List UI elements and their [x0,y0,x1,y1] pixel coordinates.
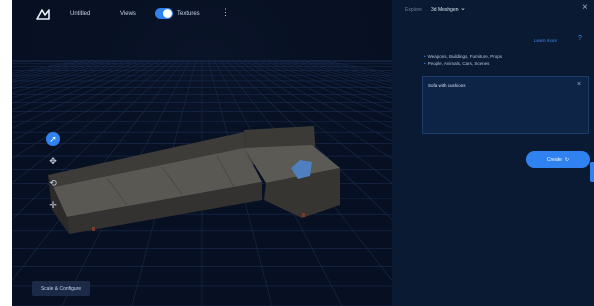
move-icon[interactable]: ✥ [46,154,60,168]
refresh-icon: ↻ [564,156,570,163]
pan-icon[interactable]: ✛ [46,198,60,212]
close-icon[interactable]: × [582,2,588,13]
project-title[interactable]: Untitled [70,11,90,17]
prompt-value[interactable]: Sofa with cushions [428,83,466,88]
bullet-icon: • [424,61,426,66]
tab-3d-meshgen[interactable]: 3d Meshgen [431,7,459,13]
app-logo-icon[interactable] [34,6,52,24]
create-button-label: Create [546,156,562,163]
help-icon[interactable]: ? [578,35,582,42]
cursor-icon[interactable]: ➚ [46,132,60,146]
create-button[interactable]: Create ↻ [526,151,590,168]
viewport-grid [12,0,392,306]
supported-categories-list: • Weapons, Buildings, Furniture, Props • P… [424,53,502,67]
viewport-topbar: Untitled Views Textures ⋮ [12,0,392,32]
list-item: • People, Animals, Cars, Scenes [424,61,490,66]
prompt-input[interactable]: Sofa with cushions × [422,76,589,134]
textures-label: Textures [177,11,200,17]
bullet-icon: • [424,54,426,59]
meshgen-panel: Explore 3d Meshgen ⌄ × Learn more ? • Wea… [392,0,594,306]
more-menu-icon[interactable]: ⋮ [221,7,230,18]
textures-toggle[interactable] [155,8,173,19]
learn-more-link[interactable]: Learn more [534,38,557,43]
clear-prompt-icon[interactable]: × [577,81,581,88]
views-label[interactable]: Views [120,11,136,17]
app-window: Untitled Views Textures ⋮ ➚ ✥ ⟲ ✛ Scale & C… [12,0,594,306]
rotate-icon[interactable]: ⟲ [46,176,60,190]
panel-resize-handle[interactable] [590,162,594,182]
viewport-tools: ➚ ✥ ⟲ ✛ [46,132,60,214]
tab-explore[interactable]: Explore [405,7,422,13]
chevron-down-icon[interactable]: ⌄ [460,4,466,12]
list-item: • Weapons, Buildings, Furniture, Props [424,54,503,59]
scale-configure-button[interactable]: Scale & Configure [32,281,90,296]
3d-viewport[interactable]: Untitled Views Textures ⋮ ➚ ✥ ⟲ ✛ Scale & C… [12,0,392,306]
